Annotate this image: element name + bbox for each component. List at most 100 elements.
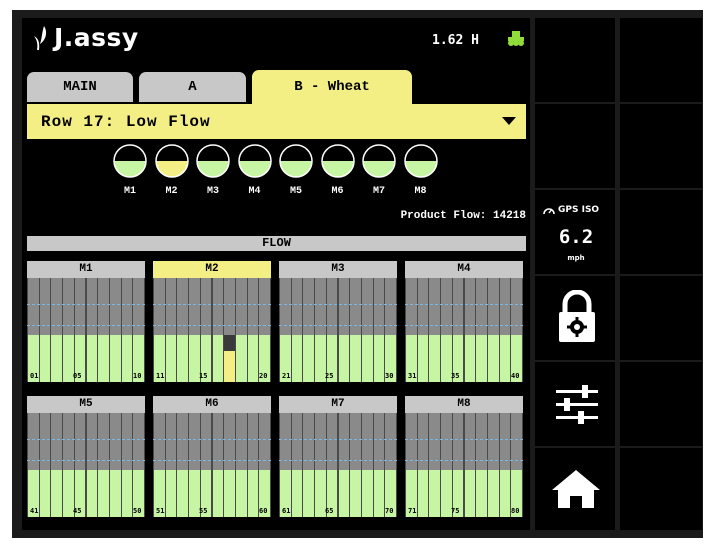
row-number-tick: 61 — [282, 507, 291, 515]
tractor-icon[interactable] — [506, 29, 526, 47]
row-flow-bar — [165, 278, 177, 382]
threshold-line — [27, 304, 145, 305]
row-flow-bar — [51, 413, 63, 517]
row-number-tick: 55 — [199, 507, 208, 515]
row-select-dropdown[interactable]: Row 17: Low Flow — [27, 104, 526, 139]
row-flow-bar — [259, 413, 270, 517]
sliders-icon[interactable] — [556, 384, 598, 424]
row-flow-bar — [28, 278, 39, 382]
row-number-tick: 11 — [156, 372, 165, 380]
flow-panel[interactable]: M8 71 75 80 — [405, 396, 523, 517]
row-flow-bar — [133, 278, 144, 382]
row-flow-bar — [247, 278, 259, 382]
threshold-line — [27, 439, 145, 440]
flow-panel-title: M4 — [405, 261, 523, 278]
flow-panel-title: M8 — [405, 396, 523, 413]
speedometer-icon — [543, 208, 555, 215]
row-flow-bar — [361, 278, 373, 382]
row-flow-bar — [406, 413, 417, 517]
row-flow-bar — [511, 413, 522, 517]
row-flow-bar — [235, 278, 247, 382]
tab-a[interactable]: A — [139, 72, 246, 102]
row-number-tick: 51 — [156, 507, 165, 515]
row-flow-bar — [511, 278, 522, 382]
row-flow-bar — [429, 278, 441, 382]
flow-panel[interactable]: M3 21 25 30 — [279, 261, 397, 382]
meter-gauge[interactable] — [196, 144, 230, 178]
row-flow-bar — [315, 278, 326, 382]
row-number-tick: 80 — [511, 507, 520, 515]
row-number-tick: 75 — [451, 507, 460, 515]
threshold-line — [405, 459, 523, 461]
meter-gauge[interactable] — [362, 144, 396, 178]
row-flow-bar — [74, 413, 86, 517]
row-flow-bar — [212, 413, 224, 517]
meter-gauge[interactable] — [320, 144, 355, 178]
row-flow-bar — [464, 278, 476, 382]
row-flow-bar — [177, 278, 189, 382]
row-number-tick: 31 — [408, 372, 417, 380]
brand-logo: J.assy — [30, 23, 139, 52]
row-number-tick: 45 — [73, 507, 82, 515]
flow-panel[interactable]: M1 01 05 10 — [27, 261, 145, 382]
row-flow-bar — [326, 413, 338, 517]
row-flow-bar — [109, 413, 121, 517]
flow-panel-title: M7 — [279, 396, 397, 413]
row-flow-bar — [338, 413, 350, 517]
flow-panel-title: M3 — [279, 261, 397, 278]
row-flow-bar — [235, 413, 247, 517]
meter-label: M2 — [165, 186, 178, 197]
chevron-down-icon — [502, 117, 516, 125]
row-flow-bar — [224, 413, 235, 517]
tab-b-wheat[interactable]: B - Wheat — [252, 70, 412, 104]
speed-value: 6.2 — [558, 226, 594, 248]
meter-fill — [197, 161, 229, 177]
row-flow-bar — [177, 413, 189, 517]
row-flow-bar — [280, 413, 291, 517]
row-flow-bar — [280, 278, 291, 382]
flow-panel[interactable]: M6 51 55 60 — [153, 396, 271, 517]
empty-cell — [620, 362, 702, 446]
leaf-logo-icon — [34, 25, 47, 50]
meter-gauge[interactable] — [154, 144, 189, 178]
meter-fill — [114, 161, 146, 177]
row-number-tick: 71 — [408, 507, 417, 515]
empty-cell — [620, 104, 702, 188]
row-number-tick: 65 — [325, 507, 334, 515]
row-flow-bar — [476, 278, 487, 382]
empty-cell — [620, 448, 702, 530]
meter-gauge[interactable] — [403, 144, 438, 178]
home-icon[interactable] — [550, 468, 602, 510]
row-number-tick: 21 — [282, 372, 291, 380]
meter-fill — [321, 161, 354, 177]
flow-panel[interactable]: M4 31 35 40 — [405, 261, 523, 382]
meter-label: M8 — [414, 186, 427, 197]
row-flow-bar — [39, 278, 51, 382]
meter-gauge[interactable] — [113, 144, 147, 178]
meter-fill — [280, 161, 312, 177]
row-flow-bar — [212, 278, 224, 382]
lock-settings-icon[interactable] — [555, 290, 599, 346]
tab-main[interactable]: MAIN — [27, 72, 133, 102]
tab-main-label: MAIN — [63, 79, 97, 95]
threshold-line — [279, 324, 397, 326]
row-flow-bar — [385, 278, 396, 382]
row-flow-bar — [350, 413, 361, 517]
row-flow-bar — [39, 413, 51, 517]
flow-panel[interactable]: M2 11 15 20 — [153, 261, 271, 382]
flow-panel[interactable]: M7 61 65 70 — [279, 396, 397, 517]
row-flow-bar — [487, 413, 499, 517]
meter-fill — [363, 161, 395, 177]
speed-unit: mph — [567, 254, 585, 262]
flow-bars: 21 25 30 — [279, 278, 397, 382]
meter-gauge[interactable] — [237, 144, 272, 178]
row-flow-bar — [98, 278, 109, 382]
meter-gauge[interactable] — [279, 144, 313, 178]
empty-cell — [620, 18, 702, 102]
meter-label: M6 — [331, 186, 344, 197]
flow-panel[interactable]: M5 41 45 50 — [27, 396, 145, 517]
threshold-line — [405, 439, 523, 440]
row-flow-bar — [63, 413, 74, 517]
threshold-line — [153, 324, 271, 326]
row-flow-bar — [121, 413, 133, 517]
